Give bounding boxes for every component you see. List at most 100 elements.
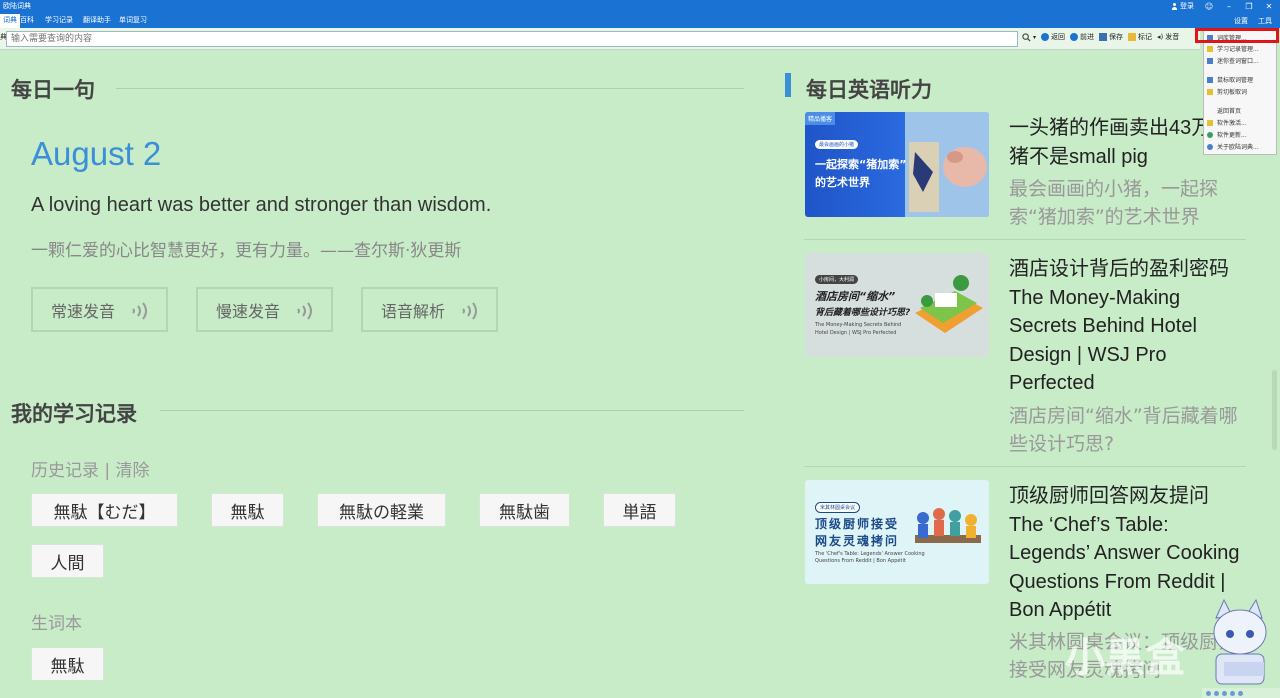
- news-subtitle: 酒店房间“缩水”背后藏着哪些设计巧思?: [1009, 405, 1238, 455]
- menu-item-activate[interactable]: 软件激活...: [1204, 117, 1278, 128]
- thumb-headline: 的艺术世界: [815, 176, 870, 189]
- lock-icon: [1207, 119, 1213, 126]
- news-thumbnail[interactable]: 米其林圆桌会议 顶级厨师接受 网友灵魂拷问 The 'Chef's Table:…: [805, 480, 989, 584]
- maximize-button[interactable]: ❐: [1244, 1, 1254, 11]
- mascot-image: [1213, 598, 1267, 685]
- menu-item-label: 软件更新...: [1217, 132, 1247, 139]
- menu-item-record-manage[interactable]: 学习记录管理...: [1204, 43, 1278, 54]
- thumb-headline: 酒店房间“缩水”: [815, 290, 896, 303]
- vocab-chip[interactable]: 無駄: [31, 647, 104, 681]
- speech-analysis-label: 语音解析: [381, 301, 446, 321]
- tab-translation[interactable]: 翻译助手: [80, 14, 114, 28]
- thumb-pill: 小房间，大利润: [815, 275, 859, 284]
- sentence-date: August 2: [31, 135, 162, 172]
- tab-study-record[interactable]: 学习记录: [42, 14, 76, 28]
- thumb-headline: 顶级厨师接受: [815, 517, 900, 531]
- blank-icon: [1207, 108, 1213, 114]
- news-title[interactable]: 酒店设计背后的盈利密码 The Money-Making Secrets Beh…: [1009, 255, 1249, 398]
- menu-item-mini-window[interactable]: 迷你查词窗口...: [1204, 55, 1278, 66]
- tray-icon[interactable]: [1230, 690, 1235, 696]
- settings-menu[interactable]: 设置: [1234, 16, 1248, 26]
- sound-wave-icon: [462, 302, 477, 320]
- menu-item-label: 学习记录管理...: [1217, 46, 1259, 53]
- watermark-logo: 小黑盒: [1065, 635, 1185, 681]
- news-separator: [804, 239, 1246, 240]
- daily-sentence-title: 每日一句: [11, 78, 95, 102]
- menu-item-update[interactable]: 软件更新...: [1204, 129, 1278, 140]
- forward-button[interactable]: 前进: [1070, 32, 1094, 42]
- history-chip[interactable]: 人間: [31, 544, 104, 578]
- refresh-icon: [1207, 131, 1213, 138]
- menu-item-label: 剪切板取词: [1217, 89, 1248, 96]
- history-chip[interactable]: 無駄歯: [479, 493, 570, 527]
- thumb-headline: 一起探索“猪加索”: [815, 158, 907, 171]
- menu-item-mouse-lookup[interactable]: 鼠标取词管理: [1204, 74, 1278, 85]
- slow-speed-button[interactable]: 慢速发音: [196, 287, 333, 332]
- search-input[interactable]: [6, 31, 1018, 47]
- search-icon: [1022, 32, 1031, 42]
- history-chip[interactable]: 単語: [603, 493, 676, 527]
- back-label: 返回: [1051, 33, 1066, 41]
- save-icon: [1099, 33, 1108, 41]
- menu-item-about[interactable]: 关于欧陆词典...: [1204, 141, 1278, 152]
- window-icon: [1207, 57, 1213, 64]
- search-button[interactable]: ▾: [1022, 32, 1036, 42]
- study-record-title: 我的学习记录: [11, 402, 137, 426]
- main-tab-bar: 词典 百科 学习记录 翻译助手 单词复习 设置 工具: [0, 12, 1280, 28]
- history-chip[interactable]: 無駄の軽業: [317, 493, 446, 527]
- minimize-button[interactable]: –: [1224, 1, 1234, 11]
- close-button[interactable]: ✕: [1264, 1, 1274, 11]
- menu-item-label: 鼠标取词管理: [1217, 77, 1254, 84]
- sound-wave-icon: [132, 302, 147, 320]
- search-row: 典 ▾ 返回 前进 保存 标记 ◂)发音: [0, 28, 1200, 50]
- back-button[interactable]: 返回: [1041, 32, 1065, 42]
- tray-icon[interactable]: [1206, 690, 1211, 696]
- menu-item-label: 关于欧陆词典...: [1217, 144, 1259, 151]
- slow-speed-label: 慢速发音: [216, 301, 281, 321]
- info-icon: [1207, 143, 1213, 150]
- highlight-box: [1195, 28, 1279, 43]
- menu-item-clipboard-lookup[interactable]: 剪切板取词: [1204, 86, 1278, 97]
- normal-speed-button[interactable]: 常速发音: [31, 287, 168, 332]
- save-button[interactable]: 保存: [1099, 32, 1123, 42]
- voice-button[interactable]: ◂) 发音: [1157, 32, 1179, 42]
- listening-title: 每日英语听力: [806, 78, 932, 102]
- news-thumbnail[interactable]: 精品播客 最会画画的小猪 一起探索“猪加索” 的艺术世界: [805, 112, 989, 217]
- thumb-pill: 最会画画的小猪: [815, 140, 859, 149]
- tray-icon[interactable]: [1214, 690, 1219, 696]
- thumb-caption: The 'Chef's Table: Legends' Answer Cooki…: [815, 551, 925, 557]
- menu-item-home[interactable]: 返回首页: [1204, 105, 1278, 116]
- menu-item-label: 迷你查词窗口...: [1217, 58, 1259, 65]
- tab-encyclopedia[interactable]: 百科: [17, 14, 37, 28]
- vocab-label[interactable]: 生词本: [31, 609, 82, 634]
- thumb-caption: Questions From Reddit | Bon Appétit: [815, 558, 906, 564]
- normal-speed-label: 常速发音: [51, 301, 116, 321]
- speaker-icon: ◂): [1157, 33, 1164, 41]
- login-button[interactable]: 登录: [1171, 1, 1194, 11]
- tray-icon[interactable]: [1238, 690, 1243, 696]
- thumb-badge: 精品播客: [805, 112, 836, 125]
- mark-button[interactable]: 标记: [1128, 32, 1152, 42]
- news-thumbnail[interactable]: 小房间，大利润 酒店房间“缩水” 背后藏着哪些设计巧思? The Money-M…: [805, 253, 989, 357]
- system-tray: [1202, 688, 1280, 698]
- forward-icon: [1070, 33, 1079, 41]
- scrollbar-thumb[interactable]: [1272, 370, 1277, 450]
- mouse-icon: [1207, 76, 1213, 83]
- skin-icon[interactable]: ☺: [1204, 1, 1214, 11]
- toolbar: ▾ 返回 前进 保存 标记 ◂) 发音: [1022, 32, 1179, 42]
- history-label[interactable]: 历史记录 | 清除: [31, 456, 150, 481]
- tray-icon[interactable]: [1222, 690, 1227, 696]
- thumb-pill: 米其林圆桌会议: [815, 502, 861, 513]
- login-label: 登录: [1180, 2, 1194, 10]
- tab-word-review[interactable]: 单词复习: [116, 14, 150, 28]
- news-separator: [804, 466, 1246, 467]
- history-chip[interactable]: 無駄【むだ】: [31, 493, 178, 527]
- history-chip[interactable]: 無駄: [211, 493, 284, 527]
- tools-dropdown-menu: 词库管理... 学习记录管理... 迷你查词窗口... 鼠标取词管理 剪切板取词…: [1203, 30, 1277, 155]
- tools-menu[interactable]: 工具: [1258, 16, 1272, 26]
- speech-analysis-button[interactable]: 语音解析: [361, 287, 498, 332]
- section-accent-bar: [785, 73, 791, 97]
- thumb-headline: 背后藏着哪些设计巧思?: [815, 308, 911, 318]
- clipboard-icon: [1207, 88, 1213, 95]
- app-title: 欧陆词典: [3, 2, 31, 10]
